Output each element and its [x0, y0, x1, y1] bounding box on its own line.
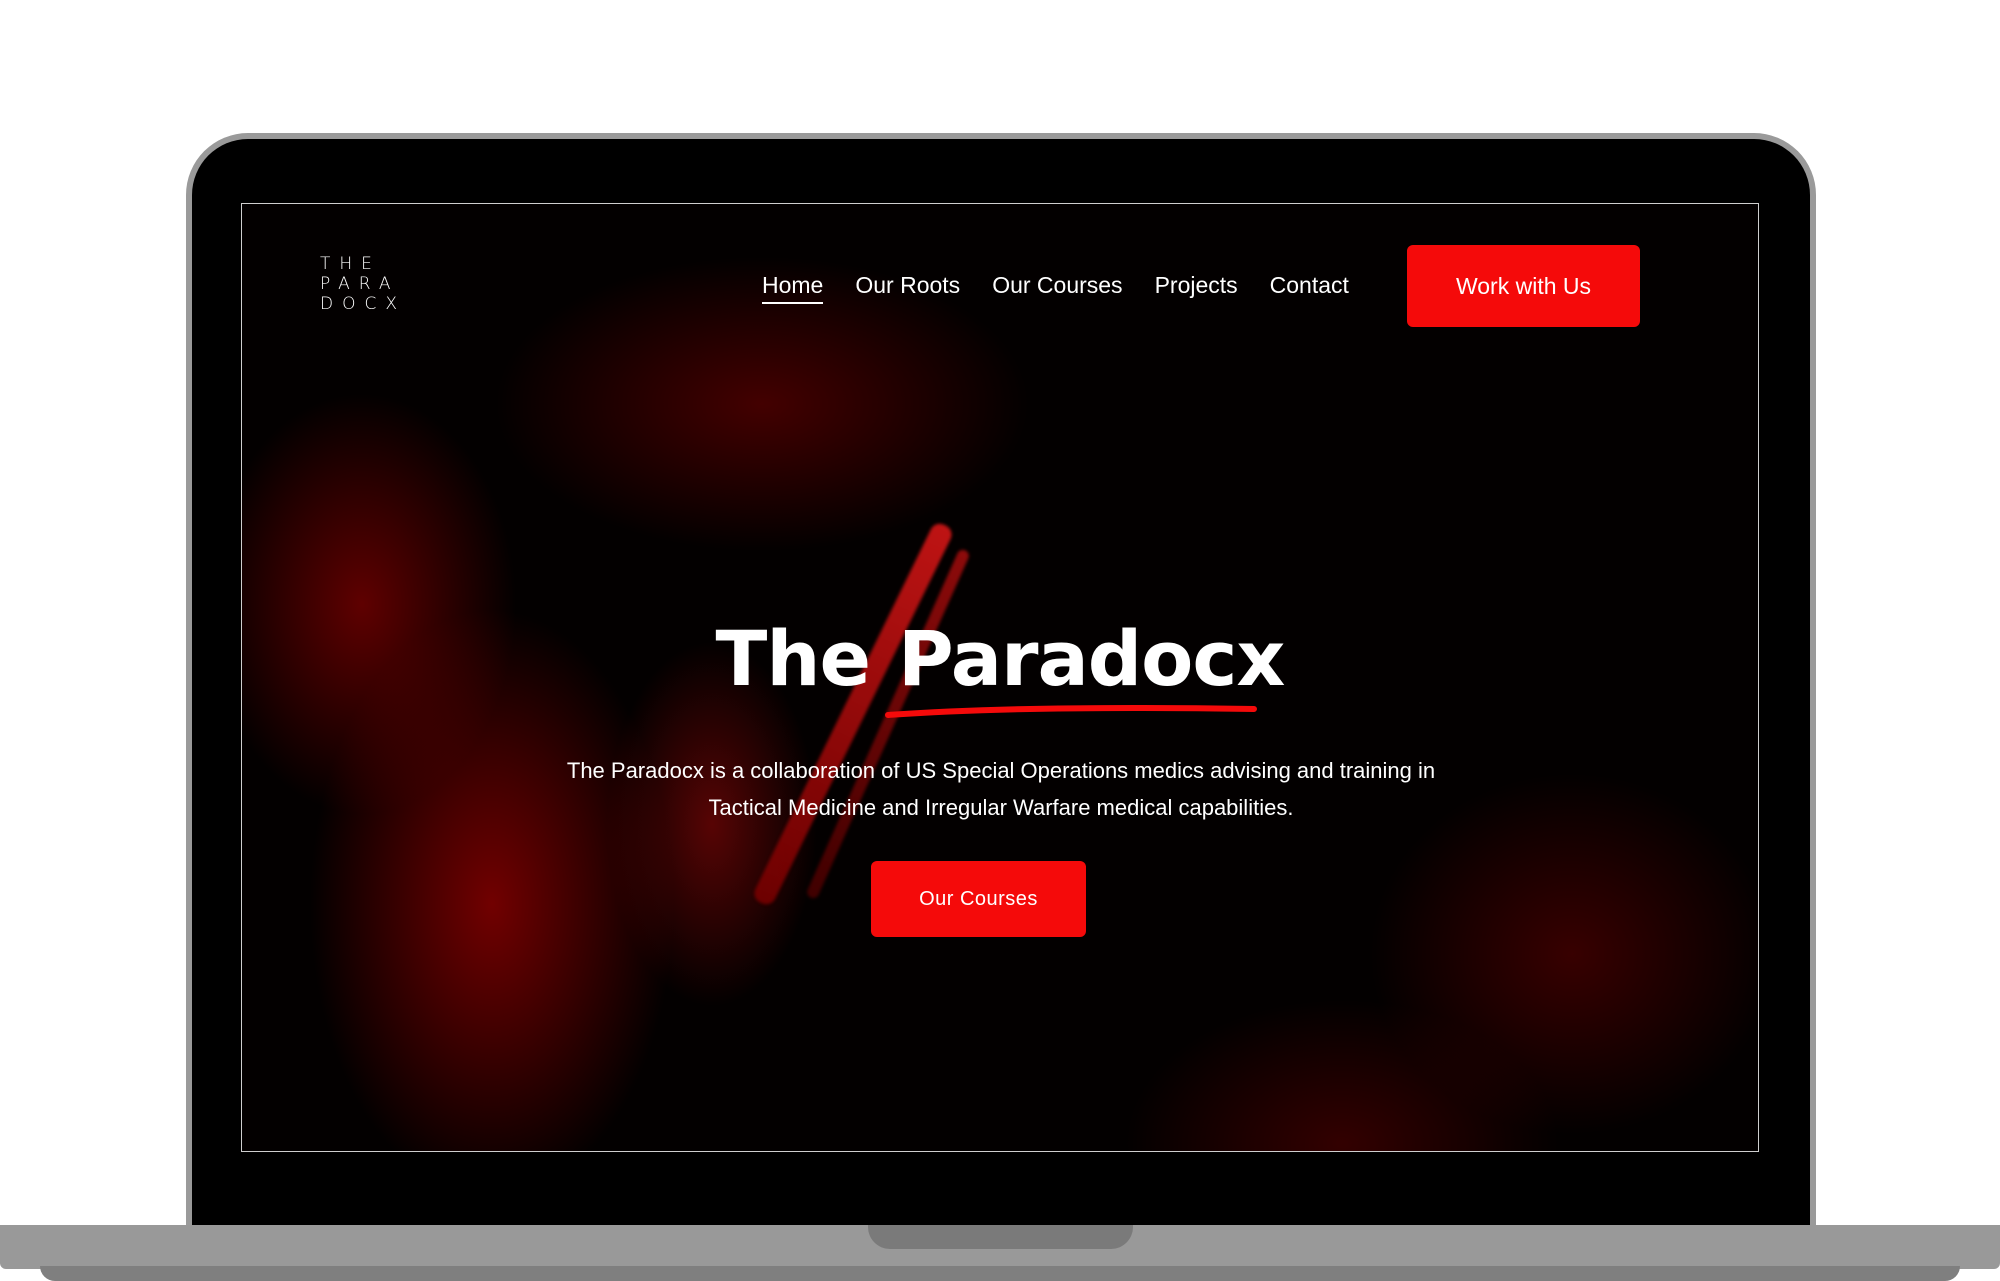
nav-item-our-courses[interactable]: Our Courses [992, 272, 1122, 304]
our-courses-button[interactable]: Our Courses [871, 861, 1086, 937]
website-screen: THE PARA DOCX Home Our Roots Our Courses… [241, 203, 1759, 1152]
logo-line: DOCX [320, 294, 406, 314]
work-with-us-button[interactable]: Work with Us [1407, 245, 1640, 327]
logo-line: THE [320, 254, 381, 274]
underline-stroke [885, 704, 1257, 718]
hero-description: The Paradocx is a collaboration of US Sp… [566, 758, 1436, 820]
nav-item-projects[interactable]: Projects [1155, 272, 1238, 304]
hero-title-highlight: Paradocx [898, 614, 1285, 703]
nav-item-contact[interactable]: Contact [1270, 272, 1349, 304]
laptop-base-foot [40, 1266, 1960, 1281]
background-red-streak [805, 547, 971, 901]
nav-item-our-roots[interactable]: Our Roots [855, 272, 960, 304]
logo-line: PARA [320, 274, 400, 294]
hero-title-word: The [715, 614, 871, 703]
nav-item-home[interactable]: Home [762, 272, 824, 304]
main-nav: Home Our Roots Our Courses Projects Cont… [762, 272, 1349, 304]
laptop-notch [868, 1225, 1133, 1249]
hero-title: The Paradocx [242, 614, 1758, 703]
logo[interactable]: THE PARA DOCX [320, 254, 400, 314]
